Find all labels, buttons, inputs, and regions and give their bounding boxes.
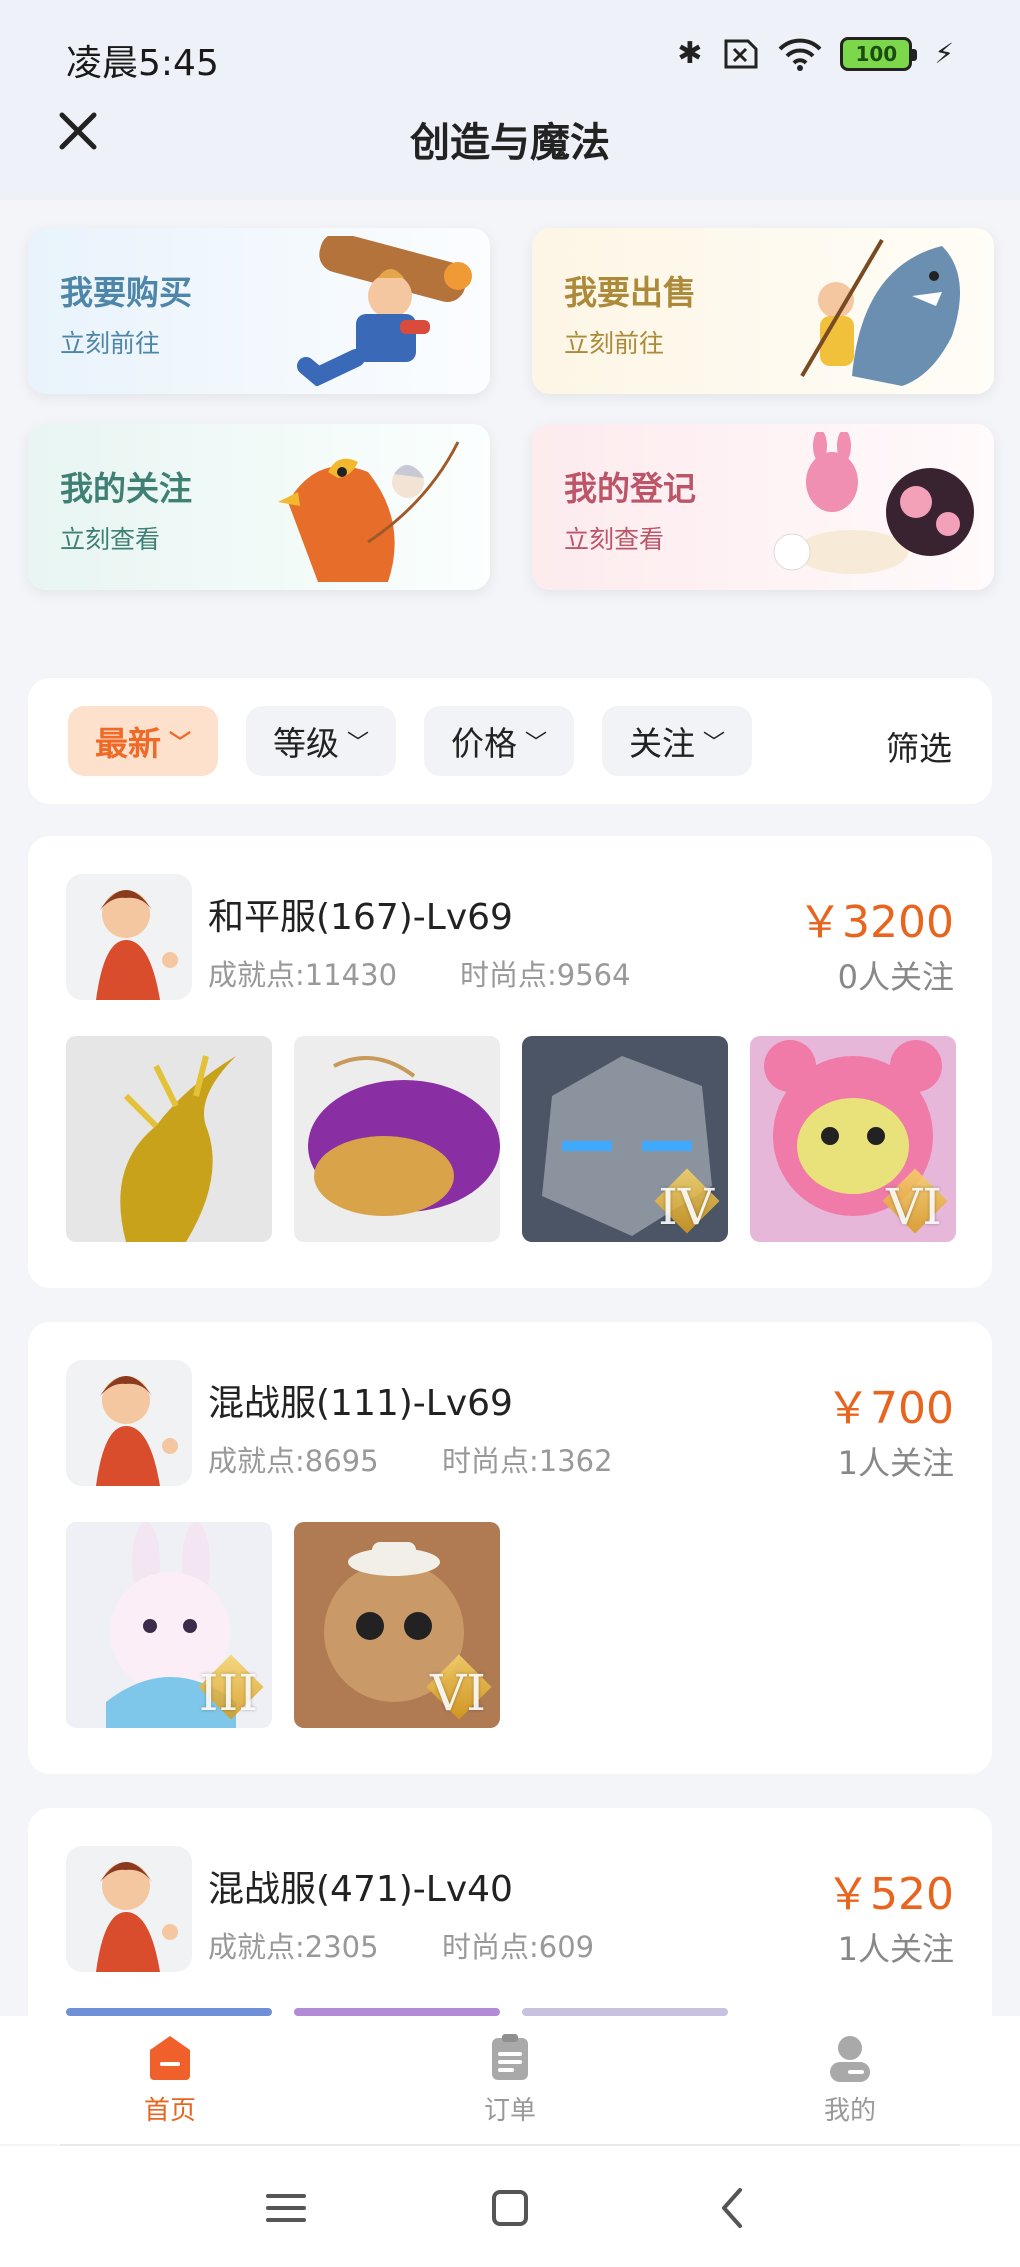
item-thumbnail[interactable]: III xyxy=(66,1522,272,1728)
page-title: 创造与魔法 xyxy=(410,120,610,166)
listing-title: 混战服(471)-Lv40 xyxy=(208,1869,513,1910)
tier-badge: IV xyxy=(658,1178,714,1236)
item-thumbnail[interactable] xyxy=(66,1036,272,1242)
chevron-down-icon: ﹀ xyxy=(702,731,725,756)
tier-badge: VI xyxy=(430,1664,486,1722)
listing-price: ￥3200 xyxy=(798,897,954,948)
filter-button[interactable]: 筛选 xyxy=(886,722,952,770)
shark-rider-illustration xyxy=(800,238,960,386)
listing-price: ￥700 xyxy=(826,1383,954,1434)
item-thumbnail[interactable]: VI xyxy=(294,1522,500,1728)
character-avatar-art xyxy=(96,1376,178,1486)
listing-title: 混战服(111)-Lv69 xyxy=(208,1383,513,1424)
wifi-icon xyxy=(778,38,822,71)
buy-card[interactable]: 我要购买 立刻前往 xyxy=(28,228,490,394)
nav-orders[interactable]: 订单 xyxy=(430,2032,590,2127)
achievement-points: 成就点:8695 xyxy=(208,1444,379,1478)
home-square-icon[interactable] xyxy=(480,2178,540,2238)
status-time: 凌晨5:45 xyxy=(66,43,219,84)
sort-latest-chip[interactable]: 最新 ﹀ xyxy=(68,706,218,776)
lumberjack-illustration xyxy=(297,236,472,386)
pets-illustration xyxy=(773,432,974,574)
item-thumbnail[interactable] xyxy=(294,2008,500,2016)
achievement-points: 成就点:11430 xyxy=(208,958,398,992)
top-bar: 凌晨5:45 ✱ 100 ⚡ 创造与魔法 xyxy=(0,0,1020,200)
registration-card-title: 我的登记 xyxy=(564,469,696,508)
sort-level-label: 等级 xyxy=(272,724,339,763)
tier-badge: III xyxy=(198,1664,258,1722)
avatar xyxy=(66,1360,192,1486)
chevron-down-icon: ﹀ xyxy=(346,731,369,756)
character-avatar-art xyxy=(96,890,178,1000)
item-thumbnail[interactable] xyxy=(294,1036,500,1242)
buy-card-subtitle: 立刻前往 xyxy=(60,329,161,358)
listing-card[interactable]: 和平服(167)-Lv69 成就点:11430 时尚点:9564 ￥3200 0… xyxy=(28,836,992,1288)
fashion-points: 时尚点:609 xyxy=(442,1930,595,1964)
menu-icon[interactable] xyxy=(256,2178,316,2238)
sell-card[interactable]: 我要出售 立刻前往 xyxy=(532,228,994,394)
phoenix-archer-illustration xyxy=(278,441,460,582)
nav-home[interactable]: 首页 xyxy=(90,2032,250,2127)
chevron-down-icon: ﹀ xyxy=(168,731,191,756)
chevron-down-icon: ﹀ xyxy=(524,731,547,756)
avatar xyxy=(66,874,192,1000)
bluetooth-icon: ✱ xyxy=(677,36,703,71)
item-thumbnail[interactable] xyxy=(66,2008,272,2016)
sort-price-chip[interactable]: 价格 ﹀ xyxy=(424,706,574,776)
sort-latest-label: 最新 xyxy=(94,724,161,763)
buy-card-title: 我要购买 xyxy=(60,273,192,312)
nav-home-label: 首页 xyxy=(143,2096,196,2126)
sim-off-icon xyxy=(724,39,758,69)
listing-card[interactable]: 混战服(111)-Lv69 成就点:8695 时尚点:1362 ￥700 1人关… xyxy=(28,1322,992,1774)
follower-count: 1人关注 xyxy=(837,1930,954,1968)
fashion-points: 时尚点:9564 xyxy=(460,958,631,992)
bottom-nav: 首页 订单 我的 xyxy=(0,2016,1020,2144)
nav-mine[interactable]: 我的 xyxy=(770,2032,930,2127)
sell-card-title: 我要出售 xyxy=(564,273,696,312)
user-icon xyxy=(830,2036,870,2082)
follower-count: 1人关注 xyxy=(837,1444,954,1482)
filter-bar: 最新 ﹀ 等级 ﹀ 价格 ﹀ 关注 ﹀ 筛选 xyxy=(28,678,992,804)
listing-title: 和平服(167)-Lv69 xyxy=(208,897,513,938)
nav-mine-label: 我的 xyxy=(823,2096,876,2126)
sort-price-label: 价格 xyxy=(450,724,517,763)
follower-count: 0人关注 xyxy=(837,958,954,996)
battery-indicator: 100 xyxy=(840,37,918,71)
avatar xyxy=(66,1846,192,1972)
purple-whale-art xyxy=(308,1056,500,1216)
nav-orders-label: 订单 xyxy=(483,2096,536,2126)
back-icon[interactable] xyxy=(704,2178,764,2238)
home-icon xyxy=(150,2036,190,2080)
golden-dragon-art xyxy=(120,1055,236,1242)
listing-card[interactable]: 混战服(471)-Lv40 成就点:2305 时尚点:609 ￥520 1人关注 xyxy=(28,1808,992,2016)
achievement-points: 成就点:2305 xyxy=(208,1930,379,1964)
fashion-points: 时尚点:1362 xyxy=(442,1444,613,1478)
character-avatar-art xyxy=(96,1862,178,1972)
status-icons: ✱ 100 ⚡ xyxy=(677,34,954,74)
watchlist-card-subtitle: 立刻查看 xyxy=(60,525,161,554)
item-thumbnail[interactable] xyxy=(522,2008,728,2016)
item-thumbnail[interactable]: VI xyxy=(750,1036,956,1242)
sort-level-chip[interactable]: 等级 ﹀ xyxy=(246,706,396,776)
registration-card-subtitle: 立刻查看 xyxy=(564,525,665,554)
sort-follow-label: 关注 xyxy=(628,724,695,763)
sell-card-subtitle: 立刻前往 xyxy=(564,329,665,358)
watchlist-card[interactable]: 我的关注 立刻查看 xyxy=(28,424,490,590)
system-nav-bar xyxy=(0,2146,1020,2267)
sort-follow-chip[interactable]: 关注 ﹀ xyxy=(602,706,752,776)
listing-price: ￥520 xyxy=(826,1869,954,1920)
item-thumbnail[interactable]: IV xyxy=(522,1036,728,1242)
registration-card[interactable]: 我的登记 立刻查看 xyxy=(532,424,994,590)
clipboard-icon xyxy=(492,2034,528,2080)
watchlist-card-title: 我的关注 xyxy=(60,469,192,508)
tier-badge: VI xyxy=(886,1178,942,1236)
charging-icon: ⚡ xyxy=(934,37,954,70)
